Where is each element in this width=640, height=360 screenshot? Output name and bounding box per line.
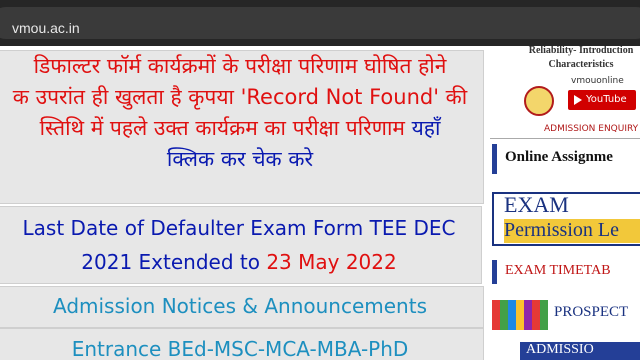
browser-address-bar: vmou.ac.in bbox=[0, 0, 640, 46]
prospectus-banner[interactable]: PROSPECT bbox=[492, 298, 640, 332]
online-assignment-banner[interactable]: Online Assignme bbox=[492, 144, 640, 174]
exam-permission-banner[interactable]: EXAM Permission Le bbox=[492, 192, 640, 246]
click-to-check-link[interactable]: क्लिक कर चेक करे bbox=[0, 144, 483, 175]
last-date-line-1: Last Date of Defaulter Exam Form TEE DEC bbox=[22, 216, 456, 240]
last-date-date: 23 May 2022 bbox=[266, 250, 397, 274]
play-icon bbox=[574, 95, 582, 105]
youtube-button[interactable]: YouTube bbox=[568, 90, 636, 110]
entrance-link[interactable]: Entrance BEd-MSC-MCA-MBA-PhD bbox=[0, 328, 484, 360]
url-text: vmou.ac.in bbox=[12, 20, 80, 36]
hindi-notice-line-3-text: स्तिथि में पहले उक्त कार्यक्रम का परीक्ष… bbox=[39, 116, 405, 140]
last-date-prefix: 2021 Extended to bbox=[81, 250, 260, 274]
youtube-label: YouTube bbox=[586, 94, 627, 105]
reliability-video-title[interactable]: Reliability- Introduction Characteristic… bbox=[516, 46, 640, 72]
divider bbox=[490, 138, 640, 139]
admission-enquiry-link[interactable]: ADMISSION ENQUIRY bbox=[544, 124, 638, 134]
exam-timetable-label: EXAM TIMETAB bbox=[505, 263, 611, 278]
exam-label: EXAM bbox=[504, 192, 569, 217]
hindi-notice-line-3: स्तिथि में पहले उक्त कार्यक्रम का परीक्ष… bbox=[0, 113, 483, 144]
last-date-line-2: 2021 Extended to 23 May 2022 bbox=[0, 245, 481, 279]
prospectus-label: PROSPECT bbox=[554, 304, 629, 320]
main-content: डिफाल्टर फॉर्म कार्यक्रमों के परीक्षा पर… bbox=[0, 46, 484, 360]
url-field[interactable]: vmou.ac.in bbox=[0, 7, 640, 39]
university-logo-icon bbox=[524, 86, 554, 116]
exam-timetable-banner[interactable]: EXAM TIMETAB bbox=[492, 260, 640, 284]
last-date-notice[interactable]: Last Date of Defaulter Exam Form TEE DEC… bbox=[0, 206, 482, 284]
sidebar: Reliability- Introduction Characteristic… bbox=[486, 46, 640, 360]
hindi-notice-line-1: डिफाल्टर फॉर्म कार्यक्रमों के परीक्षा पर… bbox=[33, 54, 447, 78]
admission-banner[interactable]: ADMISSIO bbox=[520, 342, 640, 360]
online-assignment-label: Online Assignme bbox=[505, 149, 613, 165]
hindi-notice-line-2: क उपरांत ही खुलता है कृपया 'Record Not F… bbox=[12, 85, 468, 109]
books-icon bbox=[492, 300, 548, 330]
channel-name: vmouonline bbox=[571, 76, 624, 86]
permission-label: Permission Le bbox=[504, 219, 640, 243]
hindi-notice-box: डिफाल्टर फॉर्म कार्यक्रमों के परीक्षा पर… bbox=[0, 50, 484, 204]
here-link[interactable]: यहाँ bbox=[412, 116, 441, 140]
admission-notices-link[interactable]: Admission Notices & Announcements bbox=[0, 286, 484, 328]
